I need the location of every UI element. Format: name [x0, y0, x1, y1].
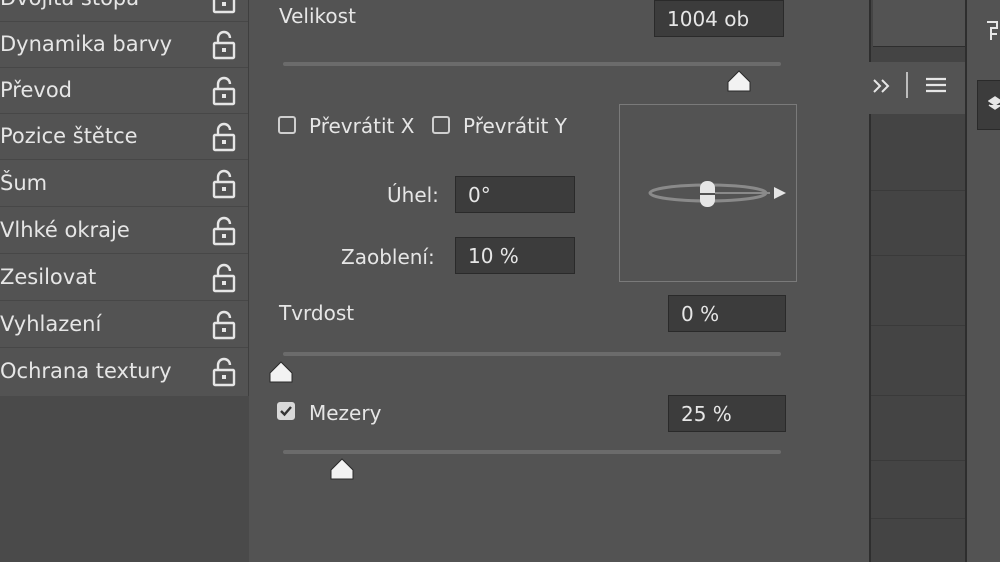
- size-slider-thumb[interactable]: [726, 70, 752, 92]
- divider: [871, 190, 967, 191]
- unlock-icon[interactable]: [210, 30, 238, 60]
- brush-tip-shape-panel: Velikost 1004 ob Převrátit X Převrátit Y…: [249, 0, 869, 562]
- menu-divider: [906, 72, 908, 98]
- list-item-transfer[interactable]: Převod: [0, 68, 248, 114]
- flip-y-checkbox[interactable]: [432, 116, 450, 134]
- list-item-label: Dynamika barvy: [0, 32, 173, 56]
- checkmark-icon: [280, 406, 292, 417]
- list-item-label: Vlhké okraje: [0, 218, 130, 242]
- unlock-icon[interactable]: [210, 357, 238, 387]
- panel-header-box: [873, 0, 965, 47]
- list-item-dual-brush[interactable]: Dvojitá stopa: [0, 0, 248, 22]
- unlock-icon[interactable]: [210, 169, 238, 199]
- flip-x-label: Převrátit X: [309, 114, 415, 138]
- brush-settings-list: Dvojitá stopa Dynamika barvy Převod Pozi…: [0, 0, 249, 396]
- list-item-label: Ochrana textury: [0, 359, 172, 383]
- flip-x-checkbox[interactable]: [278, 116, 296, 134]
- roundness-label: Zaoblení:: [341, 245, 435, 269]
- spacing-checkbox[interactable]: [277, 402, 295, 420]
- right-dock: [965, 0, 1000, 562]
- list-item-label: Vyhlazení: [0, 312, 102, 336]
- unlock-icon[interactable]: [210, 122, 238, 152]
- list-item-wet-edges[interactable]: Vlhké okraje: [0, 208, 248, 254]
- angle-label: Úhel:: [387, 183, 439, 207]
- hardness-input[interactable]: 0 %: [668, 295, 786, 332]
- unlock-icon[interactable]: [210, 76, 238, 106]
- double-chevron-right-icon[interactable]: [871, 76, 893, 96]
- hardness-slider-track[interactable]: [283, 352, 781, 356]
- flip-y-label: Převrátit Y: [463, 114, 567, 138]
- list-item-brush-pose[interactable]: Pozice štětce: [0, 114, 248, 160]
- list-item-protect-texture[interactable]: Ochrana textury: [0, 349, 248, 395]
- list-item-label: Převod: [0, 78, 72, 102]
- angle-roundness-preview[interactable]: [619, 104, 797, 282]
- size-input[interactable]: 1004 ob: [654, 0, 784, 37]
- hardness-slider-thumb[interactable]: [268, 361, 294, 383]
- list-item-noise[interactable]: Šum: [0, 161, 248, 207]
- angle-input[interactable]: 0°: [455, 176, 575, 213]
- unlock-icon[interactable]: [210, 216, 238, 246]
- spacing-label: Mezery: [309, 401, 382, 425]
- spacing-slider-thumb[interactable]: [329, 458, 355, 480]
- divider: [871, 255, 967, 256]
- list-item-label: Dvojitá stopa: [0, 0, 139, 10]
- divider: [871, 395, 967, 396]
- divider: [871, 325, 967, 326]
- spacing-slider-track[interactable]: [283, 450, 781, 454]
- unlock-icon[interactable]: [210, 0, 238, 14]
- size-label: Velikost: [279, 4, 356, 28]
- list-item-label: Zesilovat: [0, 265, 97, 289]
- list-item-color-dynamics[interactable]: Dynamika barvy: [0, 22, 248, 68]
- hamburger-menu-icon[interactable]: [925, 75, 947, 95]
- unlock-icon[interactable]: [210, 310, 238, 340]
- list-item-label: Šum: [0, 171, 48, 195]
- size-slider-track[interactable]: [283, 62, 781, 66]
- divider: [871, 460, 967, 461]
- arrange-icon[interactable]: [985, 20, 999, 42]
- unlock-icon[interactable]: [210, 263, 238, 293]
- list-item-smoothing[interactable]: Vyhlazení: [0, 302, 248, 348]
- list-item-label: Pozice štětce: [0, 124, 138, 148]
- dock-button[interactable]: [977, 80, 1000, 130]
- spacing-input[interactable]: 25 %: [668, 395, 786, 432]
- hardness-label: Tvrdost: [279, 301, 355, 325]
- list-item-build-up[interactable]: Zesilovat: [0, 255, 248, 301]
- roundness-input[interactable]: 10 %: [455, 237, 575, 274]
- panel-menu-strip: [869, 62, 965, 114]
- brush-tip-preview-graphic[interactable]: [620, 105, 796, 281]
- layers-icon: [988, 96, 1000, 110]
- divider: [871, 518, 967, 519]
